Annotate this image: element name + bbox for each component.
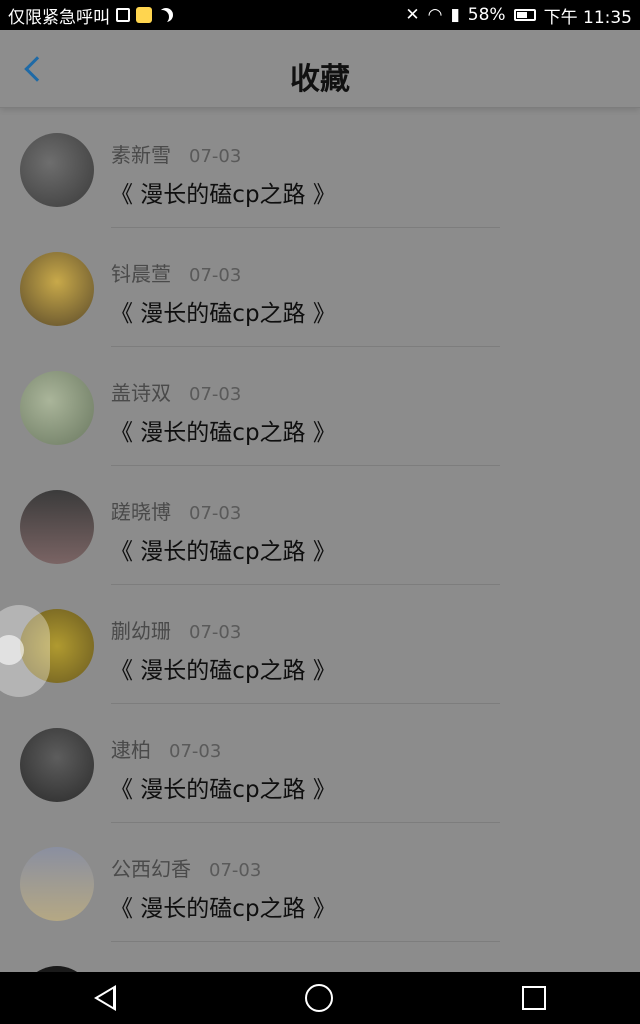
sim-icon: ▮ (450, 5, 460, 25)
item-title: 《 漫长的磕cp之路 》 (110, 182, 336, 208)
user-name: 蒯幼珊 (111, 619, 171, 643)
list-item[interactable]: 逮柏 07-03 《 漫长的磕cp之路 》 (0, 704, 640, 823)
list-item[interactable]: 蹉晓博 07-03 《 漫长的磕cp之路 》 (0, 466, 640, 585)
item-title: 《 漫长的磕cp之路 》 (110, 777, 336, 803)
wifi-icon: ◠ (427, 5, 443, 25)
carrier-text: 仅限紧急呼叫 (8, 7, 110, 28)
mute-icon: ✕ (405, 5, 420, 25)
status-left: 仅限紧急呼叫 (8, 3, 172, 28)
battery-percent: 58% (467, 5, 506, 25)
item-date: 07-03 (209, 860, 262, 881)
list-item[interactable]: 素新雪 07-03 《 漫长的磕cp之路 》 (0, 109, 640, 228)
item-title: 《 漫长的磕cp之路 》 (110, 539, 336, 565)
list-item[interactable]: 蒯幼珊 07-03 《 漫长的磕cp之路 》 (0, 585, 640, 704)
nav-back-icon[interactable] (94, 985, 117, 1011)
app-notification-icon (136, 7, 152, 23)
header: 收藏 (0, 30, 640, 108)
item-title: 《 漫长的磕cp之路 》 (110, 658, 336, 684)
user-name: 公西幻香 (111, 857, 191, 881)
screen: 仅限紧急呼叫 ✕ ◠ ▮ 58% 下午 11:35 收藏 素新雪 07-03 《… (0, 0, 640, 1024)
user-name: 蹉晓博 (111, 500, 171, 524)
list-item[interactable]: 公西幻香 07-03 《 漫长的磕cp之路 》 (0, 823, 640, 942)
item-title: 《 漫长的磕cp之路 》 (110, 420, 336, 446)
avatar (20, 252, 94, 326)
item-date: 07-03 (189, 146, 242, 167)
avatar (20, 133, 94, 207)
item-date: 07-03 (189, 384, 242, 405)
name-row: 盖诗双 07-03 (111, 377, 241, 406)
status-bar: 仅限紧急呼叫 ✕ ◠ ▮ 58% 下午 11:35 (0, 0, 640, 30)
favorites-list: 素新雪 07-03 《 漫长的磕cp之路 》 钭晨萱 07-03 《 漫长的磕c… (0, 109, 640, 1024)
assist-dot-icon (0, 635, 24, 665)
user-name: 素新雪 (111, 143, 171, 167)
item-date: 07-03 (169, 741, 222, 762)
item-date: 07-03 (189, 265, 242, 286)
floating-assist-button[interactable] (0, 605, 50, 697)
name-row: 公西幻香 07-03 (111, 853, 261, 882)
user-name: 逮柏 (111, 738, 151, 762)
name-row: 蒯幼珊 07-03 (111, 615, 241, 644)
item-date: 07-03 (189, 622, 242, 643)
clock: 下午 11:35 (543, 7, 632, 28)
list-item[interactable]: 盖诗双 07-03 《 漫长的磕cp之路 》 (0, 347, 640, 466)
moon-icon (155, 10, 169, 24)
user-name: 钭晨萱 (111, 262, 171, 286)
status-right: ✕ ◠ ▮ 58% 下午 11:35 (405, 3, 632, 28)
name-row: 素新雪 07-03 (111, 139, 241, 168)
avatar (20, 728, 94, 802)
item-date: 07-03 (189, 503, 242, 524)
list-item[interactable]: 钭晨萱 07-03 《 漫长的磕cp之路 》 (0, 228, 640, 347)
nav-home-icon[interactable] (304, 984, 333, 1012)
name-row: 蹉晓博 07-03 (111, 496, 241, 525)
screenshot-icon (116, 8, 130, 22)
avatar (20, 371, 94, 445)
item-title: 《 漫长的磕cp之路 》 (110, 301, 336, 327)
navigation-bar (0, 972, 640, 1024)
name-row: 逮柏 07-03 (111, 734, 221, 763)
name-row: 钭晨萱 07-03 (111, 258, 241, 287)
item-title: 《 漫长的磕cp之路 》 (110, 896, 336, 922)
avatar (20, 847, 94, 921)
battery-icon (513, 9, 536, 21)
user-name: 盖诗双 (111, 381, 171, 405)
nav-recent-apps-icon[interactable] (521, 986, 546, 1010)
avatar (20, 490, 94, 564)
page-title: 收藏 (290, 62, 350, 97)
